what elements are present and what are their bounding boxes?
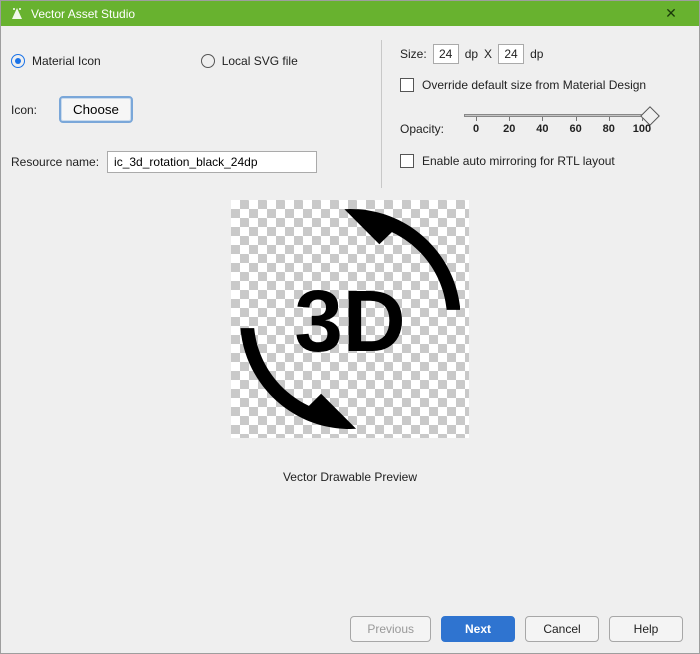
resource-name-label: Resource name: [11, 155, 99, 169]
size-row: Size: 24 dp X 24 dp [400, 44, 689, 64]
icon-label: Icon: [11, 103, 51, 117]
local-svg-radio-label: Local SVG file [222, 54, 298, 68]
previous-button: Previous [350, 616, 431, 642]
resource-name-input[interactable] [107, 151, 317, 173]
tick-60: 60 [564, 123, 588, 135]
slider-track [464, 114, 654, 117]
radio-dot-icon [201, 54, 215, 68]
opacity-slider[interactable]: 0 20 40 60 80 100 [464, 112, 654, 135]
3d-rotation-icon: 3D [240, 209, 460, 429]
material-icon-radio-label: Material Icon [32, 54, 101, 68]
cancel-button[interactable]: Cancel [525, 616, 599, 642]
tick-80: 80 [597, 123, 621, 135]
tick-40: 40 [530, 123, 554, 135]
window-title: Vector Asset Studio [31, 7, 651, 21]
size-height-input[interactable]: 24 [498, 44, 524, 64]
preview-canvas: 3D [231, 200, 469, 438]
size-width-input[interactable]: 24 [433, 44, 459, 64]
choose-icon-button[interactable]: Choose [59, 96, 133, 123]
override-size-checkbox[interactable] [400, 78, 414, 92]
size-sep: X [484, 47, 492, 61]
size-unit-dp2: dp [530, 47, 543, 61]
tick-20: 20 [497, 123, 521, 135]
wizard-footer: Previous Next Cancel Help [350, 616, 683, 642]
preview-caption: Vector Drawable Preview [283, 470, 417, 484]
app-logo-icon [9, 6, 25, 22]
help-button[interactable]: Help [609, 616, 683, 642]
size-unit-dp: dp [465, 47, 478, 61]
tick-0: 0 [464, 123, 488, 135]
local-svg-radio[interactable]: Local SVG file [201, 54, 298, 68]
svg-text:3D: 3D [294, 273, 405, 370]
material-icon-radio[interactable]: Material Icon [11, 54, 101, 68]
override-size-label: Override default size from Material Desi… [422, 78, 646, 92]
next-button[interactable]: Next [441, 616, 515, 642]
rtl-mirror-label: Enable auto mirroring for RTL layout [422, 154, 615, 168]
slider-ticks: 0 20 40 60 80 100 [464, 123, 654, 135]
close-icon[interactable]: ✕ [651, 1, 691, 26]
tick-100: 100 [630, 123, 654, 135]
opacity-label: Opacity: [400, 112, 444, 136]
source-type-group: Material Icon Local SVG file [11, 40, 371, 96]
titlebar: Vector Asset Studio ✕ [1, 1, 699, 26]
size-label: Size: [400, 47, 427, 61]
radio-dot-icon [11, 54, 25, 68]
rtl-mirror-checkbox[interactable] [400, 154, 414, 168]
